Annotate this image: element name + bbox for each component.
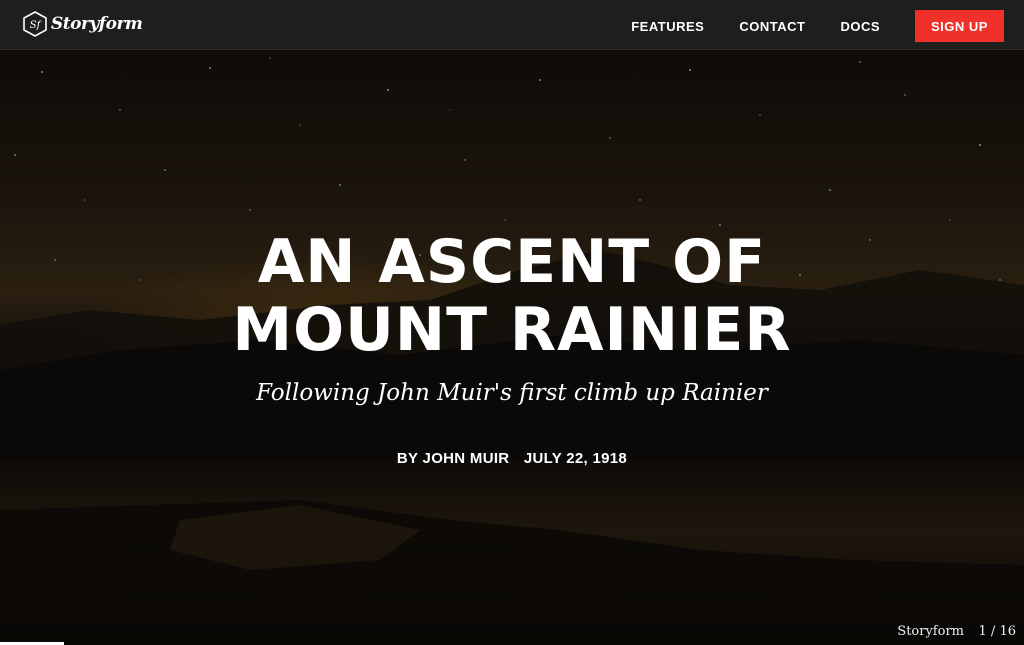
- page-indicator: 1 / 16: [978, 624, 1016, 639]
- article-title: AN ASCENT OF MOUNT RAINIER: [0, 228, 1024, 364]
- logo-hexagon-icon: Sf: [23, 11, 47, 37]
- top-navigation-bar: Sf Storyform FEATURES CONTACT DOCS SIGN …: [0, 0, 1024, 50]
- article-title-line2: MOUNT RAINIER: [232, 295, 792, 365]
- footer-brand-link[interactable]: Storyform: [897, 624, 964, 639]
- nav-features-link[interactable]: FEATURES: [631, 19, 704, 34]
- svg-text:Sf: Sf: [30, 20, 43, 31]
- article-subtitle: Following John Muir's first climb up Rai…: [256, 380, 768, 406]
- article-author: BY JOHN MUIR: [396, 450, 510, 467]
- brand-name: Storyform: [51, 14, 143, 34]
- article-title-line1: AN ASCENT OF: [257, 227, 767, 297]
- main-nav: FEATURES CONTACT DOCS SIGN UP: [631, 10, 1004, 42]
- article-byline: BY JOHN MUIR JULY 22, 1918: [0, 450, 1024, 467]
- nav-docs-link[interactable]: DOCS: [840, 19, 880, 34]
- nav-contact-link[interactable]: CONTACT: [739, 19, 805, 34]
- signup-button[interactable]: SIGN UP: [915, 10, 1004, 42]
- brand-logo[interactable]: Sf Storyform: [22, 11, 143, 37]
- article-date: JULY 22, 1918: [523, 450, 628, 467]
